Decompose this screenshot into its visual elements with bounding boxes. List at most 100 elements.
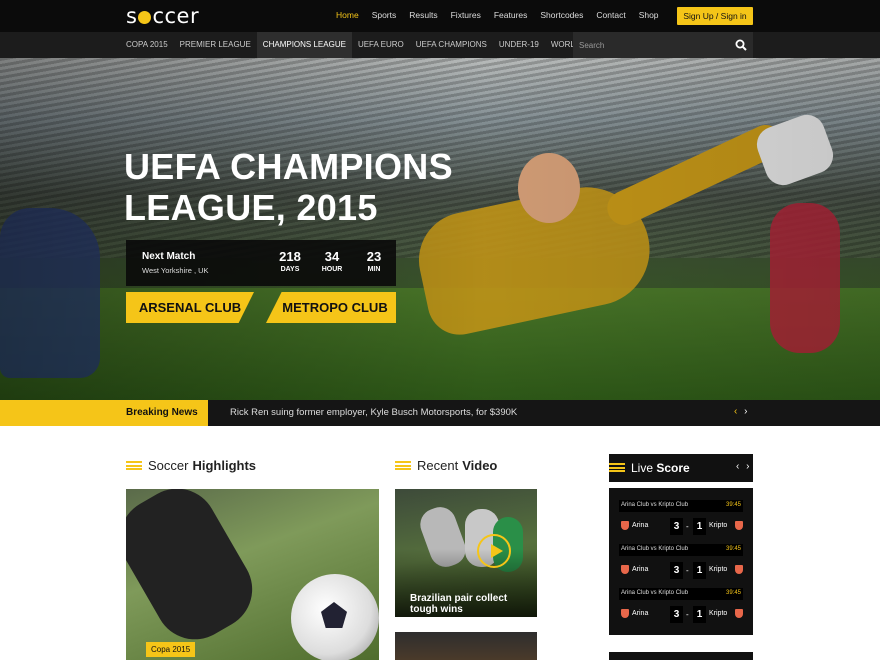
match-time: 39:45	[725, 502, 741, 508]
top-bar: s ccer Home Sports Results Fixtures Featu…	[0, 0, 880, 32]
match-time: 39:45	[725, 546, 741, 552]
logo-text-end: ccer	[152, 4, 200, 28]
countdown-hours: 34 HOUR	[312, 249, 352, 273]
match-header: Arina Club vs Kripto Club 39:45	[619, 544, 743, 556]
breaking-news-label-box: Breaking News	[0, 400, 208, 426]
away-crest-icon	[735, 565, 743, 574]
home-crest-icon	[621, 565, 629, 574]
nav-item-sports[interactable]: Sports	[372, 10, 397, 20]
search-icon[interactable]	[735, 39, 747, 51]
match-location: West Yorkshire , UK	[142, 266, 209, 275]
category-premier-league[interactable]: PREMIER LEAGUE	[174, 32, 257, 58]
recent-video-heading-bold: Video	[462, 458, 498, 473]
home-score: 3	[670, 562, 683, 579]
match-time: 39:45	[725, 590, 741, 596]
chevron-right-icon[interactable]: ›	[746, 461, 751, 472]
live-score-match[interactable]: Arina Club vs Kripto Club 39:45 Arina 3 …	[619, 588, 743, 628]
nav-item-results[interactable]: Results	[409, 10, 437, 20]
breaking-news-label: Breaking News	[126, 407, 198, 418]
nav-item-shop[interactable]: Shop	[639, 10, 659, 20]
match-score-row: Arina 3 - 1 Kripto	[619, 602, 743, 626]
hero-overlay	[0, 58, 880, 400]
countdown-minutes-unit: MIN	[367, 266, 381, 273]
live-score-title: Live Score	[631, 461, 690, 475]
live-score-header: Live Score ‹ ›	[609, 454, 753, 482]
away-score: 1	[693, 518, 706, 535]
countdown-days: 218 DAYS	[270, 249, 310, 273]
breaking-news-headline[interactable]: Rick Ren suing former employer, Kyle Bus…	[230, 407, 517, 418]
countdown-hours-value: 34	[324, 249, 340, 264]
hero-banner: UEFA CHAMPIONS LEAGUE, 2015 Next Match W…	[0, 58, 880, 400]
away-team: Kripto	[709, 610, 728, 617]
play-icon[interactable]	[477, 534, 511, 568]
team-b-button[interactable]: METROPO CLUB	[266, 292, 396, 323]
chevron-left-icon[interactable]: ‹	[736, 461, 741, 472]
score-separator: -	[686, 522, 689, 531]
breaking-news-arrows: ‹ ›	[734, 406, 749, 417]
category-uefa-euro[interactable]: UEFA EURO	[352, 32, 410, 58]
nav-item-contact[interactable]: Contact	[596, 10, 625, 20]
live-score-title-bold: Score	[656, 461, 690, 475]
live-score-arrows: ‹ ›	[736, 461, 751, 472]
category-uefa-champions[interactable]: UEFA CHAMPIONS	[410, 32, 493, 58]
search-box	[573, 32, 753, 58]
menu-lines-icon	[126, 461, 142, 470]
countdown-days-value: 218	[279, 249, 301, 264]
search-input[interactable]	[579, 37, 729, 53]
match-header: Arina Club vs Kripto Club 39:45	[619, 500, 743, 512]
breaking-news-bar: Breaking News Rick Ren suing former empl…	[0, 400, 880, 426]
away-crest-icon	[735, 521, 743, 530]
score-separator: -	[686, 566, 689, 575]
nav-item-features[interactable]: Features	[494, 10, 528, 20]
match-header: Arina Club vs Kripto Club 39:45	[619, 588, 743, 600]
live-score-next-panel	[609, 652, 753, 660]
away-team: Kripto	[709, 522, 728, 529]
countdown-minutes-value: 23	[366, 249, 382, 264]
live-score-title-plain: Live	[631, 461, 654, 475]
away-crest-icon	[735, 609, 743, 618]
main-nav: Home Sports Results Fixtures Features Sh…	[336, 10, 672, 20]
chevron-right-icon[interactable]: ›	[744, 406, 749, 417]
match-name: Arina Club vs Kripto Club	[621, 502, 689, 508]
live-score-match[interactable]: Arina Club vs Kripto Club 39:45 Arina 3 …	[619, 500, 743, 540]
away-team: Kripto	[709, 566, 728, 573]
home-score: 3	[670, 518, 683, 535]
category-champions-league[interactable]: CHAMPIONS LEAGUE	[256, 32, 352, 58]
home-team: Arina	[632, 522, 649, 529]
next-match-box: Next Match West Yorkshire , UK 218 DAYS …	[126, 240, 396, 286]
nav-item-home[interactable]: Home	[336, 10, 359, 20]
signup-button[interactable]: Sign Up / Sign in	[677, 7, 753, 25]
video-card-2[interactable]	[395, 632, 537, 660]
video-caption[interactable]: Brazilian pair collect tough wins	[410, 593, 537, 615]
nav-item-shortcodes[interactable]: Shortcodes	[540, 10, 583, 20]
live-score-match[interactable]: Arina Club vs Kripto Club 39:45 Arina 3 …	[619, 544, 743, 584]
player-leg-image	[126, 489, 267, 654]
away-score: 1	[693, 562, 706, 579]
highlight-image[interactable]: Copa 2015	[126, 489, 379, 660]
hero-title: UEFA CHAMPIONS LEAGUE, 2015	[124, 146, 504, 228]
home-crest-icon	[621, 521, 629, 530]
home-crest-icon	[621, 609, 629, 618]
match-name: Arina Club vs Kripto Club	[621, 590, 689, 596]
match-score-row: Arina 3 - 1 Kripto	[619, 514, 743, 538]
home-score: 3	[670, 606, 683, 623]
highlights-heading-plain: Soccer	[148, 458, 189, 473]
site-logo[interactable]: s ccer	[126, 4, 199, 28]
category-copa-2015[interactable]: COPA 2015	[120, 32, 174, 58]
category-under-19[interactable]: UNDER-19	[493, 32, 545, 58]
highlight-tag[interactable]: Copa 2015	[146, 642, 196, 657]
chevron-left-icon[interactable]: ‹	[734, 406, 739, 417]
team-a-button[interactable]: ARSENAL CLUB	[126, 292, 254, 323]
live-score-list: Arina Club vs Kripto Club 39:45 Arina 3 …	[609, 488, 753, 635]
hero-title-line-1: UEFA CHAMPIONS	[124, 146, 453, 187]
next-match-label: Next Match	[142, 251, 196, 262]
category-nav: COPA 2015 PREMIER LEAGUE CHAMPIONS LEAGU…	[120, 32, 606, 58]
nav-item-fixtures[interactable]: Fixtures	[451, 10, 481, 20]
match-name: Arina Club vs Kripto Club	[621, 546, 689, 552]
video-card[interactable]: Brazilian pair collect tough wins	[395, 489, 537, 617]
recent-video-heading-plain: Recent	[417, 458, 459, 473]
home-team: Arina	[632, 610, 649, 617]
score-separator: -	[686, 610, 689, 619]
logo-text-start: s	[126, 4, 138, 28]
away-score: 1	[693, 606, 706, 623]
